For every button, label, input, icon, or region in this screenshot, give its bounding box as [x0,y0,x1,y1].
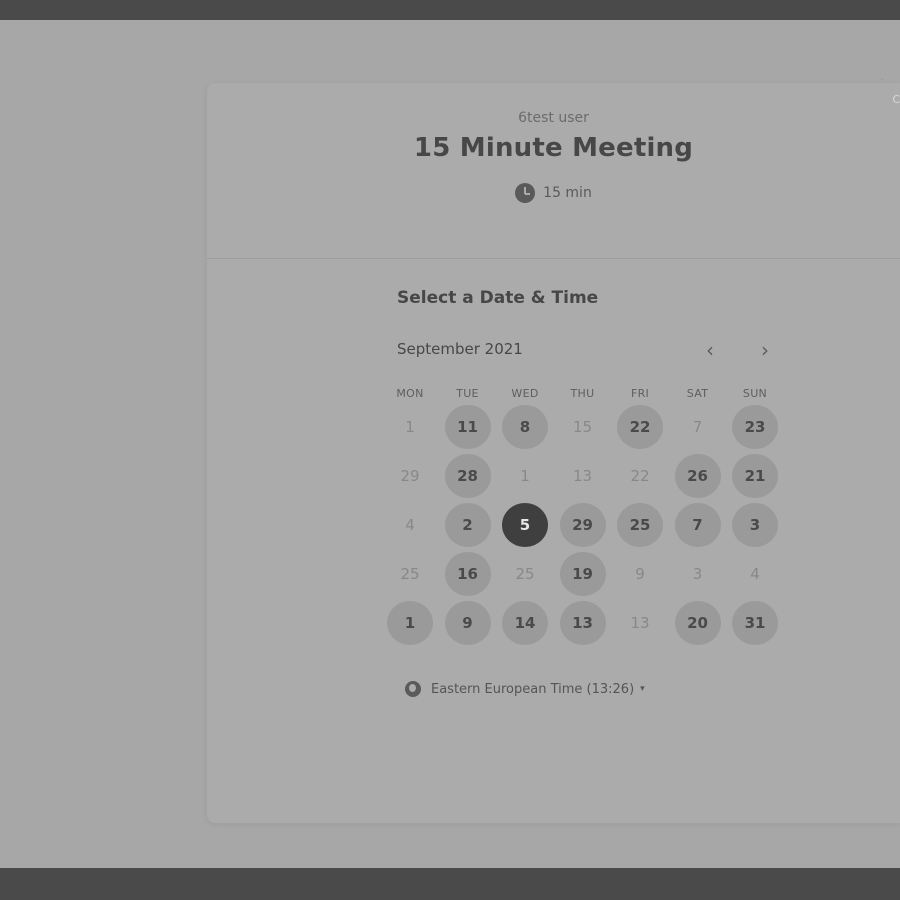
calendar-day-number: 2 [444,503,491,547]
calendar-day-unavailable: 29 [385,454,435,498]
calendar-day-number: 22 [617,405,663,449]
calendar-day-available[interactable]: 26 [673,454,723,498]
calendar-day-number: 25 [617,503,663,547]
calendar-day-available[interactable]: 13 [558,601,608,645]
weekday-label: MON [396,387,424,400]
calendar-day-available[interactable]: 3 [730,503,780,547]
calendar-day-number: 9 [444,601,491,645]
prev-month-button[interactable]: ‹ [697,337,723,363]
weekday-label: FRI [630,387,650,400]
calendar-day-number: 13 [572,467,593,485]
calendar-day-number: 25 [515,565,535,583]
calendar-day-number: 13 [559,601,606,645]
event-header: 6test user 15 Minute Meeting 15 min [207,83,900,259]
calendar-day-available[interactable]: 31 [730,601,780,645]
calendar-day-available[interactable]: 9 [443,601,493,645]
calendar-day-number: 26 [674,454,721,498]
calendar-day-available[interactable]: 23 [730,405,780,449]
calendar-day-number: 25 [400,565,420,583]
calendar-day-unavailable: 4 [385,503,435,547]
calendar-day-unavailable: 13 [615,601,665,645]
calendar-day-number: 1 [405,418,415,436]
month-navigation: September 2021 ‹ › [397,337,782,363]
weekday-label: TUE [456,387,479,400]
calendar-day-number: 4 [750,565,760,583]
top-bar [0,0,900,20]
calendar-day-number: 22 [630,467,650,485]
calendar-day-number: 11 [444,405,491,449]
calendar-day-number: 4 [405,516,415,534]
calendar-day-available[interactable]: 22 [615,405,665,449]
calendar-day-unavailable: 25 [385,552,435,596]
event-duration: 15 min [207,183,900,203]
calendar-day-available[interactable]: 19 [558,552,608,596]
corner-badge-ribbon [844,79,900,80]
calendar-day-number: 15 [572,418,593,436]
calendar-day-number: 7 [692,418,703,436]
calendar-day-number: 19 [559,552,606,596]
next-month-button[interactable]: › [752,337,778,363]
calendar-day-number: 16 [444,552,491,596]
globe-icon [405,681,421,697]
calendar-day-unavailable: 13 [558,454,608,498]
calendar-day-available[interactable]: 29 [558,503,608,547]
weekday-label: SAT [686,387,709,400]
calendar-day-number: 1 [520,467,530,485]
calendar-day-unavailable: 4 [730,552,780,596]
calendar-day-unavailable: 22 [615,454,665,498]
calendar-day-number: 31 [732,601,778,645]
calendar-day-unavailable: 3 [673,552,723,596]
calendar-day-unavailable: 7 [673,405,723,449]
calendar-day-available[interactable]: 14 [500,601,550,645]
weekday-label: SUN [742,387,768,400]
timezone-label: Eastern European Time (13:26) [431,681,635,697]
calendar-day-available[interactable]: 11 [443,405,493,449]
calendar-day-number: 8 [502,405,548,449]
calendar-day-number: 1 [387,601,433,645]
calendar-day-number: 13 [630,614,650,632]
calendar-day-available[interactable]: 7 [673,503,723,547]
calendar-day-unavailable: 1 [385,405,435,449]
calendar-day-available[interactable]: 2 [443,503,493,547]
calendar-day-number: 3 [692,565,703,583]
calendar-day-available[interactable]: 8 [500,405,550,449]
booking-card: C 6test user 15 Minute Meeting 15 min Se… [207,79,900,823]
calendar-day-number: 3 [732,503,778,547]
calendar-day-number: 21 [732,454,778,498]
calendar-day-number: 14 [502,601,548,645]
calendar-day-number: 5 [502,503,548,547]
section-heading: Select a Date & Time [397,288,599,308]
calendar-day-unavailable: 1 [500,454,550,498]
calendar-day-available[interactable]: 20 [673,601,723,645]
timezone-selector[interactable]: Eastern European Time (13:26) ▾ [405,681,645,697]
weekday-label: WED [511,387,539,400]
calendar-day-number: 9 [635,565,645,583]
calendar-day-unavailable: 9 [615,552,665,596]
calendar-day-available[interactable]: 21 [730,454,780,498]
calendar-day-number: 20 [674,601,721,645]
duration-label: 15 min [543,185,592,201]
chevron-down-icon: ▾ [640,684,645,694]
calendar-day-unavailable: 25 [500,552,550,596]
weekday-label: THU [570,387,595,400]
bottom-bar [0,868,900,900]
calendar-day-number: 23 [732,405,778,449]
calendar-day-available[interactable]: 28 [443,454,493,498]
calendar-day-number: 29 [559,503,606,547]
calendar-day-number: 7 [674,503,721,547]
calendar-day-available[interactable]: 25 [615,503,665,547]
clock-icon [515,183,536,203]
calendar-day-available[interactable]: 16 [443,552,493,596]
event-title: 15 Minute Meeting [413,133,694,163]
calendar-day-number: 28 [444,454,491,498]
calendar-day-unavailable: 15 [558,405,608,449]
calendar-day-available[interactable]: 1 [385,601,435,645]
calendar-day-number: 29 [400,467,420,485]
calendar-day-selected[interactable]: 5 [500,503,550,547]
organizer-name: 6test user [518,110,589,126]
month-label: September 2021 [397,340,523,358]
